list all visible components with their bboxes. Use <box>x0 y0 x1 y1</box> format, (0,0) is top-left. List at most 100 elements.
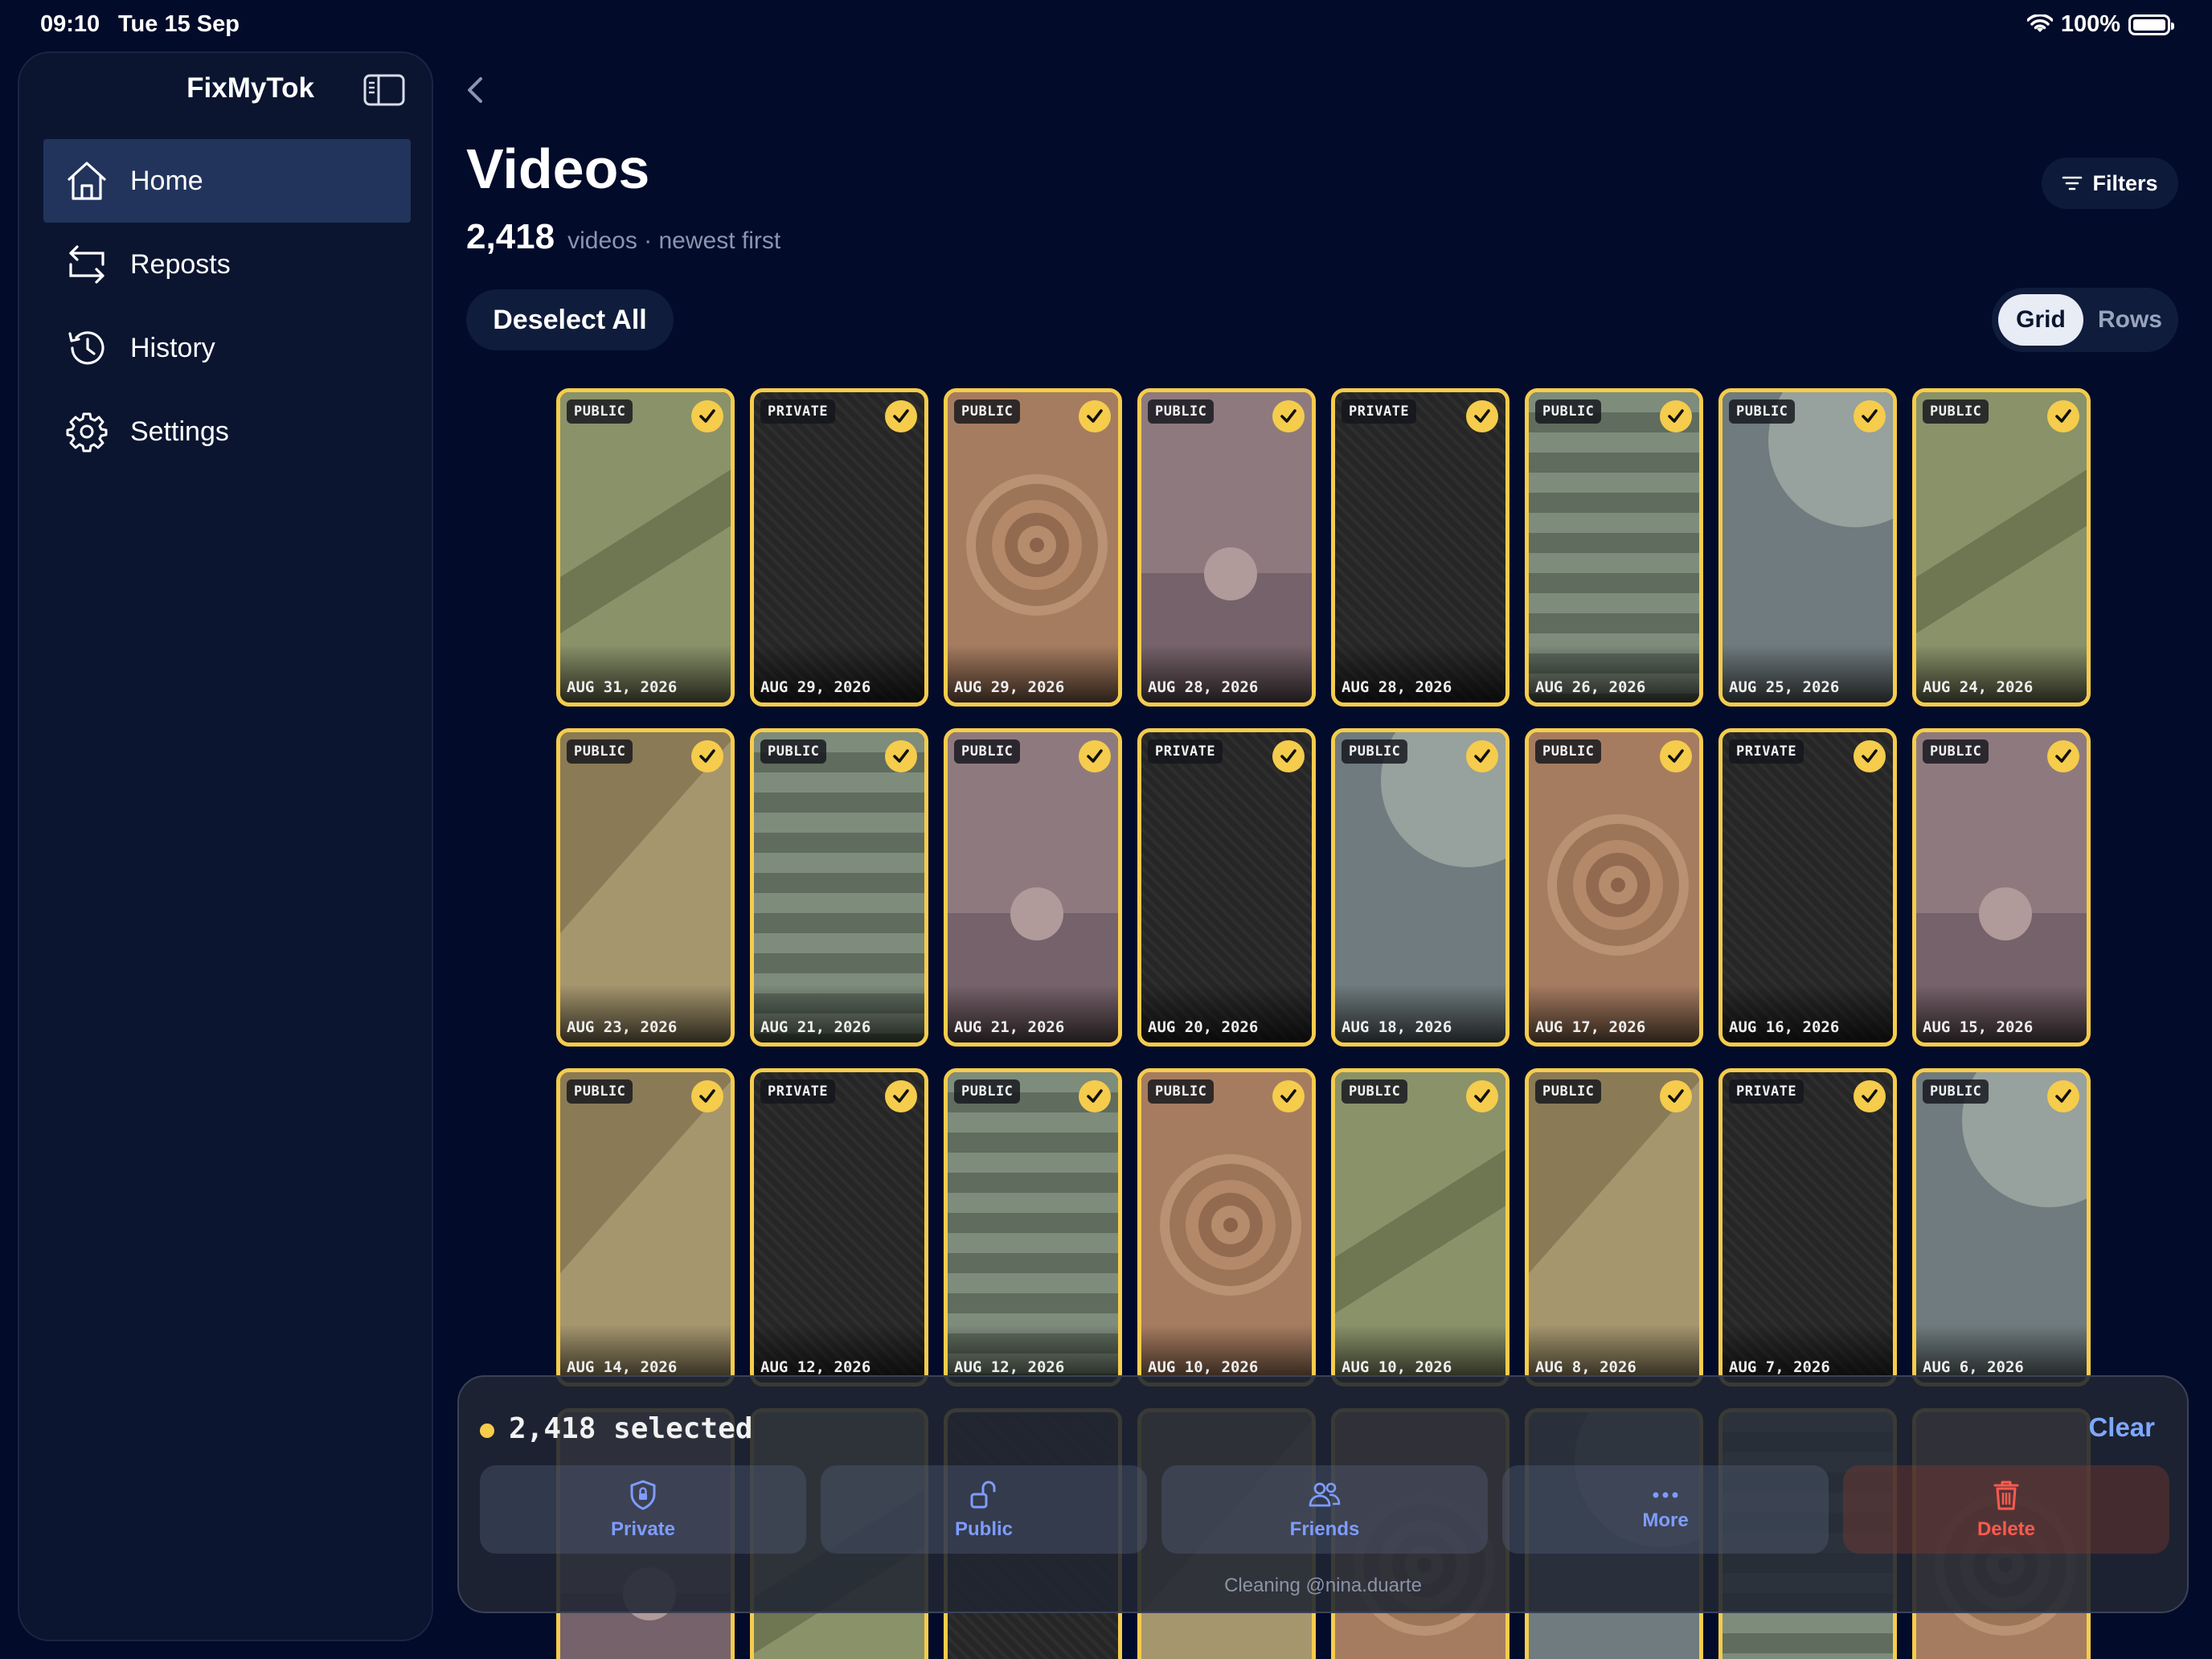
friends-only-button[interactable]: Friends <box>1161 1465 1488 1554</box>
video-date: AUG 10, 2026 <box>1342 1358 1452 1376</box>
checkmark-icon[interactable] <box>1660 400 1692 432</box>
view-grid-option[interactable]: Grid <box>1998 294 2083 346</box>
trash-icon <box>1993 1481 2019 1510</box>
unlock-icon <box>970 1481 996 1509</box>
sidebar-item-home[interactable]: Home <box>43 139 411 223</box>
video-date: AUG 15, 2026 <box>1923 1018 2034 1036</box>
delete-button[interactable]: Delete <box>1843 1465 2169 1554</box>
video-date: AUG 26, 2026 <box>1535 678 1646 696</box>
video-card[interactable]: PUBLIC AUG 26, 2026 <box>1525 388 1703 707</box>
checkmark-icon[interactable] <box>1272 740 1305 772</box>
video-card[interactable]: PUBLIC AUG 29, 2026 <box>944 388 1122 707</box>
video-card[interactable]: PUBLIC AUG 10, 2026 <box>1331 1068 1509 1387</box>
checkmark-icon[interactable] <box>691 400 723 432</box>
sidebar-toggle-icon[interactable] <box>363 73 405 107</box>
checkmark-icon[interactable] <box>1854 400 1886 432</box>
video-card[interactable]: PRIVATE AUG 7, 2026 <box>1718 1068 1897 1387</box>
status-date: Tue 15 Sep <box>118 11 240 37</box>
checkmark-icon[interactable] <box>1660 740 1692 772</box>
selection-count: 2,418 selected <box>509 1412 753 1445</box>
video-card[interactable]: PRIVATE AUG 28, 2026 <box>1331 388 1509 707</box>
video-card[interactable]: PUBLIC AUG 28, 2026 <box>1137 388 1316 707</box>
checkmark-icon[interactable] <box>885 400 917 432</box>
video-date: AUG 20, 2026 <box>1148 1018 1259 1036</box>
video-date: AUG 8, 2026 <box>1535 1358 1636 1376</box>
view-rows-option[interactable]: Rows <box>2088 294 2172 346</box>
checkmark-icon[interactable] <box>885 1080 917 1112</box>
visibility-badge: PUBLIC <box>954 1079 1021 1104</box>
visibility-badge: PUBLIC <box>1535 399 1602 424</box>
visibility-badge: PUBLIC <box>954 399 1021 424</box>
back-chevron-icon[interactable] <box>461 74 490 106</box>
visibility-badge: PUBLIC <box>1729 399 1796 424</box>
video-card[interactable]: PUBLIC AUG 23, 2026 <box>556 728 735 1047</box>
make-private-button[interactable]: Private <box>480 1465 806 1554</box>
video-date: AUG 24, 2026 <box>1923 678 2034 696</box>
make-public-button[interactable]: Public <box>821 1465 1147 1554</box>
video-date: AUG 12, 2026 <box>954 1358 1065 1376</box>
video-card[interactable]: PUBLIC AUG 21, 2026 <box>944 728 1122 1047</box>
video-card[interactable]: PUBLIC AUG 15, 2026 <box>1912 728 2091 1047</box>
video-card[interactable]: PUBLIC AUG 31, 2026 <box>556 388 735 707</box>
checkmark-icon[interactable] <box>1854 740 1886 772</box>
visibility-badge: PRIVATE <box>1729 739 1804 764</box>
status-time: 09:10 <box>40 11 100 37</box>
video-card[interactable]: PUBLIC AUG 10, 2026 <box>1137 1068 1316 1387</box>
checkmark-icon[interactable] <box>885 740 917 772</box>
video-date: AUG 14, 2026 <box>567 1358 678 1376</box>
video-card[interactable]: PRIVATE AUG 29, 2026 <box>750 388 928 707</box>
checkmark-icon[interactable] <box>691 740 723 772</box>
clear-selection-button[interactable]: Clear <box>2088 1412 2155 1443</box>
visibility-badge: PUBLIC <box>1342 739 1408 764</box>
video-card[interactable]: PUBLIC AUG 8, 2026 <box>1525 1068 1703 1387</box>
checkmark-icon[interactable] <box>691 1080 723 1112</box>
checkmark-icon[interactable] <box>1272 400 1305 432</box>
wifi-icon <box>2026 14 2053 32</box>
video-card[interactable]: PRIVATE AUG 16, 2026 <box>1718 728 1897 1047</box>
checkmark-icon[interactable] <box>2047 400 2079 432</box>
status-bar: 09:10 Tue 15 Sep 100% <box>0 0 2212 51</box>
checkmark-icon[interactable] <box>1466 400 1498 432</box>
sidebar-item-label: Home <box>130 165 203 196</box>
video-card[interactable]: PUBLIC AUG 24, 2026 <box>1912 388 2091 707</box>
video-card[interactable]: PUBLIC AUG 18, 2026 <box>1331 728 1509 1047</box>
checkmark-icon[interactable] <box>1466 1080 1498 1112</box>
visibility-badge: PUBLIC <box>1923 399 1989 424</box>
filter-icon <box>2062 176 2083 190</box>
video-card[interactable]: PRIVATE AUG 12, 2026 <box>750 1068 928 1387</box>
checkmark-icon[interactable] <box>1466 740 1498 772</box>
video-card[interactable]: PUBLIC AUG 12, 2026 <box>944 1068 1122 1387</box>
checkmark-icon[interactable] <box>1272 1080 1305 1112</box>
visibility-badge: PUBLIC <box>760 739 827 764</box>
filters-button[interactable]: Filters <box>2042 158 2178 209</box>
video-card[interactable]: PUBLIC AUG 14, 2026 <box>556 1068 735 1387</box>
sidebar-item-settings[interactable]: Settings <box>43 390 411 473</box>
video-date: AUG 28, 2026 <box>1342 678 1452 696</box>
checkmark-icon[interactable] <box>1854 1080 1886 1112</box>
checkmark-icon[interactable] <box>2047 1080 2079 1112</box>
video-count-number: 2,418 <box>466 217 555 256</box>
video-card[interactable]: PUBLIC AUG 21, 2026 <box>750 728 928 1047</box>
video-card[interactable]: PUBLIC AUG 6, 2026 <box>1912 1068 2091 1387</box>
view-toggle: Grid Rows <box>1992 288 2178 352</box>
video-card[interactable]: PRIVATE AUG 20, 2026 <box>1137 728 1316 1047</box>
checkmark-icon[interactable] <box>1079 740 1111 772</box>
checkmark-icon[interactable] <box>1079 400 1111 432</box>
lock-shield-icon <box>630 1480 656 1510</box>
sidebar-item-history[interactable]: History <box>43 306 411 390</box>
video-card[interactable]: PUBLIC AUG 17, 2026 <box>1525 728 1703 1047</box>
video-card[interactable]: PUBLIC AUG 25, 2026 <box>1718 388 1897 707</box>
account-footer: Cleaning @nina.duarte <box>1224 1575 1422 1596</box>
deselect-all-button[interactable]: Deselect All <box>466 289 674 350</box>
sidebar-item-reposts[interactable]: Reposts <box>43 223 411 306</box>
checkmark-icon[interactable] <box>1660 1080 1692 1112</box>
app-title: FixMyTok <box>186 72 314 104</box>
visibility-badge: PUBLIC <box>567 739 633 764</box>
home-icon <box>68 162 106 200</box>
checkmark-icon[interactable] <box>1079 1080 1111 1112</box>
more-actions-button[interactable]: More <box>1502 1465 1829 1554</box>
video-date: AUG 10, 2026 <box>1148 1358 1259 1376</box>
more-icon <box>1653 1492 1678 1498</box>
checkmark-icon[interactable] <box>2047 740 2079 772</box>
video-date: AUG 29, 2026 <box>954 678 1065 696</box>
